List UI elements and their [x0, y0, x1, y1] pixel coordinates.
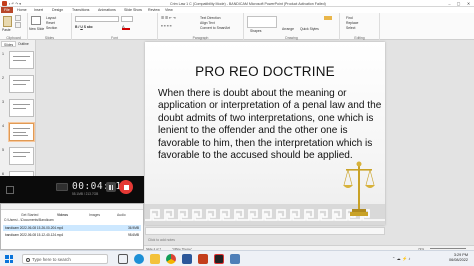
group-slides: New Slide Layout Reset Section Slides [28, 13, 72, 40]
chrome-icon[interactable] [166, 254, 176, 264]
stop-recording-button[interactable] [119, 180, 133, 194]
file-name: bandicam 2022-06-08 15-26-00-204.mp4 [5, 226, 64, 230]
thumbnail-number: 1 [2, 52, 4, 56]
shape-fill-icon[interactable] [324, 16, 332, 20]
thumbnail-number: 2 [2, 76, 4, 80]
tab-videos[interactable]: Videos [57, 213, 68, 217]
zoom-slider[interactable] [430, 248, 466, 249]
group-paragraph: ☰ ☰ ⇤ ⇥ ≡ ≡ ≡ ≡ Text Direction Align Tex… [158, 13, 244, 40]
font-size-dropdown[interactable] [121, 16, 133, 22]
pause-recording-button[interactable] [106, 182, 116, 192]
text-direction-button[interactable]: Text Direction [200, 16, 221, 20]
copy-icon[interactable] [15, 22, 21, 28]
group-font: B I U S abc A Font [72, 13, 158, 40]
font-name-dropdown[interactable] [75, 16, 119, 22]
maximize-button[interactable]: ▢ [455, 1, 462, 6]
file-size: 98.6MB [128, 233, 139, 237]
slide-body-text[interactable]: When there is doubt about the meaning or… [158, 88, 386, 162]
current-slide[interactable]: PRO REO DOCTRINE When there is doubt abo… [145, 42, 385, 225]
shapes-gallery[interactable] [247, 16, 277, 28]
bullets-buttons[interactable]: ☰ ☰ ⇤ ⇥ [161, 16, 176, 20]
slide-thumbnail-selected[interactable] [9, 123, 34, 141]
minimize-button[interactable]: – [446, 1, 453, 6]
title-bar: ▪ ↶ ↷ ▾ Crim Law 1 C (Compatibility Mode… [0, 0, 474, 7]
quick-access-toolbar[interactable]: ▪ ↶ ↷ ▾ [9, 2, 21, 6]
group-clipboard: Paste Clipboard [0, 13, 28, 40]
convert-smartart-button[interactable]: Convert to SmartArt [200, 26, 230, 30]
thumbnail-number: 3 [2, 100, 4, 104]
new-slide-icon[interactable] [31, 16, 41, 25]
notes-pane[interactable]: Click to add notes [145, 227, 385, 242]
notes-placeholder: Click to add notes [148, 238, 175, 242]
panel-header [1, 204, 143, 210]
group-editing: Find Replace Select Editing [340, 13, 380, 40]
file-row[interactable]: bandicam 2022-06-08 15-26-00-204.mp4 36.… [3, 225, 141, 231]
paste-button[interactable]: Paste [2, 28, 11, 32]
powerpoint-icon[interactable] [198, 254, 208, 264]
slide-title[interactable]: PRO REO DOCTRINE [145, 64, 385, 79]
screen: ▪ ↶ ↷ ▾ Crim Law 1 C (Compatibility Mode… [0, 0, 474, 266]
group-drawing: Shapes Arrange Quick Styles Drawing [244, 13, 340, 40]
paste-icon[interactable] [3, 16, 12, 27]
replace-button[interactable]: Replace [346, 21, 358, 25]
windows-start-icon[interactable] [5, 255, 13, 263]
font-color-icon[interactable]: A [122, 25, 130, 30]
search-icon [26, 257, 30, 262]
slide-thumbnail[interactable] [9, 51, 34, 69]
alignment-buttons[interactable]: ≡ ≡ ≡ ≡ [161, 24, 172, 28]
task-view-icon[interactable] [118, 254, 128, 264]
tab-outline[interactable]: Outline [16, 41, 31, 47]
align-text-button[interactable]: Align Text [200, 21, 215, 25]
file-name: bandicam 2022-06-08 15-12-40-124.mp4 [5, 233, 64, 237]
arrange-button[interactable]: Arrange [282, 27, 294, 31]
quick-styles-button[interactable]: Quick Styles [300, 27, 319, 31]
file-explorer-icon[interactable] [150, 254, 160, 264]
slide-thumbnail[interactable] [9, 147, 34, 165]
taskbar-clock[interactable]: 3:29 PM 06/08/2022 [449, 253, 468, 263]
taskbar-search-input[interactable]: Type here to search [22, 254, 108, 264]
bandicam-file-panel: Get Started Videos Images Audio C:\Users… [0, 203, 144, 250]
tab-images[interactable]: Images [89, 213, 100, 217]
tab-get-started[interactable]: Get Started [21, 213, 38, 217]
powerpoint-logo-icon [2, 1, 7, 6]
windows-taskbar: Type here to search ⌃ ☁ ⚡ ♪ 3:29 PM 06/0… [0, 250, 474, 266]
folder-path[interactable]: C:\Users\...\Documents\Bandicam [4, 218, 54, 222]
ribbon: Paste Clipboard New Slide Layout Reset S… [0, 13, 474, 40]
thumbnail-number: 4 [2, 124, 4, 128]
app-icon[interactable] [230, 254, 240, 264]
word-icon[interactable] [182, 254, 192, 264]
shapes-button[interactable]: Shapes [250, 29, 262, 33]
tab-audio[interactable]: Audio [117, 213, 126, 217]
tab-slides[interactable]: Slides [1, 41, 17, 47]
cut-icon[interactable] [15, 15, 21, 21]
recorder-menu-icon[interactable] [6, 186, 14, 194]
file-size: 36.9MB [128, 226, 139, 230]
recording-file-size: 55.1MB / 213.7GB [72, 192, 99, 196]
clock-date: 06/08/2022 [448, 258, 468, 262]
slide-thumbnail[interactable] [9, 99, 34, 117]
select-button[interactable]: Select [346, 26, 355, 30]
file-row[interactable]: bandicam 2022-06-08 15-12-40-124.mp4 98.… [3, 232, 141, 238]
find-button[interactable]: Find [346, 16, 353, 20]
system-tray-icons[interactable]: ⌃ ☁ ⚡ ♪ [392, 256, 411, 262]
section-button[interactable]: Section [46, 26, 57, 30]
window-title: Crim Law 1 C (Compatibility Mode) - BAND… [170, 1, 326, 6]
scales-of-justice-icon [343, 161, 375, 216]
close-button[interactable]: ✕ [465, 1, 472, 6]
layout-button[interactable]: Layout [46, 16, 56, 20]
new-slide-button[interactable]: New Slide [29, 27, 44, 31]
recorder-camera-icon[interactable] [56, 183, 68, 191]
thumbnail-number: 5 [2, 148, 4, 152]
reset-button[interactable]: Reset [46, 21, 55, 25]
slide-thumbnail[interactable] [9, 75, 34, 93]
bandicam-icon[interactable] [214, 254, 224, 264]
font-format-buttons[interactable]: B I U S abc [75, 25, 93, 29]
edge-icon[interactable] [134, 254, 144, 264]
search-placeholder: Type here to search [32, 257, 71, 262]
